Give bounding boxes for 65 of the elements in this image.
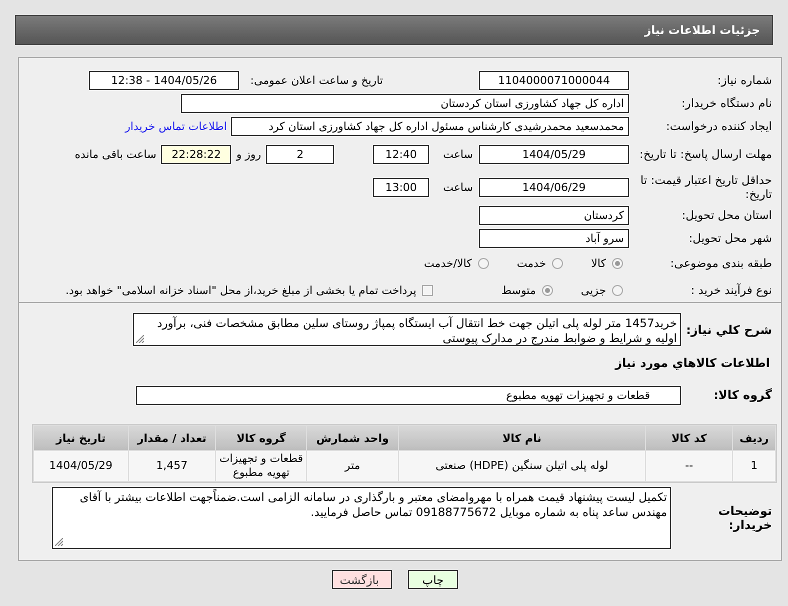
checkbox[interactable] <box>422 284 434 296</box>
field-label: شهر محل تحویل: <box>688 231 772 245</box>
field-label: نام دستگاه خریدار: <box>680 96 772 110</box>
payment-note: پرداخت تمام یا بخشی از مبلغ خرید،از محل "اسناد خزانه اسلامی" خواهد بود. <box>66 284 416 296</box>
column-header: تعداد / مقدار <box>128 426 216 450</box>
time-label: ساعت <box>443 148 473 160</box>
field-label: مهلت ارسال پاسخ: تا تاریخ: <box>638 147 772 161</box>
table-cell: 1404/05/29 <box>34 451 128 481</box>
city-field[interactable]: سرو آباد <box>479 228 629 248</box>
buyer-notes-field[interactable]: تکمیل لیست پیشنهاد قیمت همراه با مهروامضای معتبر و بارگذاری در سامانه الزامی است.ضمناًجهت اطلاعات بیشتر با آقای مهندس ساعد پناه به شماره موبایل 09188775672 تماس حاصل فرمایید. <box>52 487 671 549</box>
time-label: ساعت <box>443 180 473 194</box>
radio-button[interactable] <box>612 284 623 296</box>
field-label: گروه کالا: <box>712 388 772 402</box>
deadline-date-field[interactable]: 1404/05/29 <box>479 144 629 164</box>
option-label: کالا <box>591 256 606 270</box>
province-field[interactable]: کردستان <box>479 206 629 224</box>
option-label: جزیی <box>580 284 606 296</box>
table-cell: -- <box>646 451 732 481</box>
column-header: واحد شمارش <box>307 426 398 450</box>
requester-field[interactable]: محمدسعید محمدرشیدی کارشناس مسئول اداره کل جهاد کشاورزی استان کرد <box>231 116 629 136</box>
table-cell: قطعات و تجهیزات تهویه مطبوع <box>216 451 306 481</box>
field-label: شماره نیاز: <box>716 73 772 87</box>
resize-grip-icon[interactable] <box>55 538 63 546</box>
radio-button[interactable] <box>478 258 489 268</box>
description-field[interactable]: خرید1457 متر لوله پلی اتیلن جهت خط انتقال آب ایستگاه پمپاژ روستای سلین مطابق مشخصات فنی، برآورد اولیه و شرایط و ضوابط مندرج در مدارک پیوستی <box>133 313 681 346</box>
field-label: استان محل تحویل: <box>680 208 772 222</box>
field-label: طبقه بندی موضوعی: <box>669 256 772 270</box>
days-field[interactable]: 2 <box>266 144 334 164</box>
table-cell: 1 <box>733 451 775 481</box>
option-label: کالا/خدمت <box>424 256 472 270</box>
table-cell: متر <box>307 451 398 481</box>
remaining-label: ساعت باقی مانده <box>74 148 156 160</box>
field-label: ایجاد کننده درخواست: <box>665 119 772 133</box>
page-title: جزئیات اطلاعات نیاز <box>15 15 773 45</box>
field-label: حداقل تاریخ اعتبار قیمت: تا تاریخ: <box>639 173 772 201</box>
radio-button[interactable] <box>552 258 564 268</box>
section-title: اطلاعات کالاهاي مورد نياز <box>614 356 770 370</box>
days-label: روز و <box>236 148 262 160</box>
back-button[interactable]: بازگشت <box>332 570 392 589</box>
buyer-org-field[interactable]: اداره کل جهاد کشاورزی استان کردستان <box>181 94 629 112</box>
field-label: توضیحات خریدار: <box>717 504 772 532</box>
announce-date-field[interactable]: 1404/05/26 - 12:38 <box>89 70 239 90</box>
deadline-time-field[interactable]: 12:40 <box>373 144 430 164</box>
need-number-field[interactable]: 1104000071000044 <box>479 70 629 90</box>
table-cell: 1,457 <box>128 451 216 481</box>
table-cell: لوله پلی اتیلن سنگین (HDPE) صنعتی <box>398 451 646 481</box>
column-header: کد کالا <box>646 426 732 450</box>
print-button[interactable]: چاپ <box>408 570 458 589</box>
option-label: متوسط <box>501 284 536 296</box>
field-label: نوع فرآیند خرید : <box>690 283 772 297</box>
validity-time-field[interactable]: 13:00 <box>373 178 430 196</box>
goods-group-field[interactable]: قطعات و تجهیزات تهویه مطبوع <box>136 386 681 404</box>
radio-button[interactable] <box>612 258 623 268</box>
column-header: گروه کالا <box>216 426 306 450</box>
option-label: خدمت <box>516 256 546 270</box>
field-label: شرح کلي نياز: <box>685 322 772 336</box>
validity-date-field[interactable]: 1404/06/29 <box>479 178 629 196</box>
radio-button[interactable] <box>542 284 553 296</box>
column-header: ردیف <box>733 426 775 450</box>
contact-link[interactable]: اطلاعات تماس خریدار <box>125 120 227 132</box>
field-label: تاریخ و ساعت اعلان عمومی: <box>249 74 383 86</box>
resize-grip-icon[interactable] <box>136 335 144 343</box>
remaining-time-field[interactable]: 22:28:22 <box>161 144 232 164</box>
column-header: تاریخ نیاز <box>34 426 128 450</box>
column-header: نام کالا <box>398 426 646 450</box>
